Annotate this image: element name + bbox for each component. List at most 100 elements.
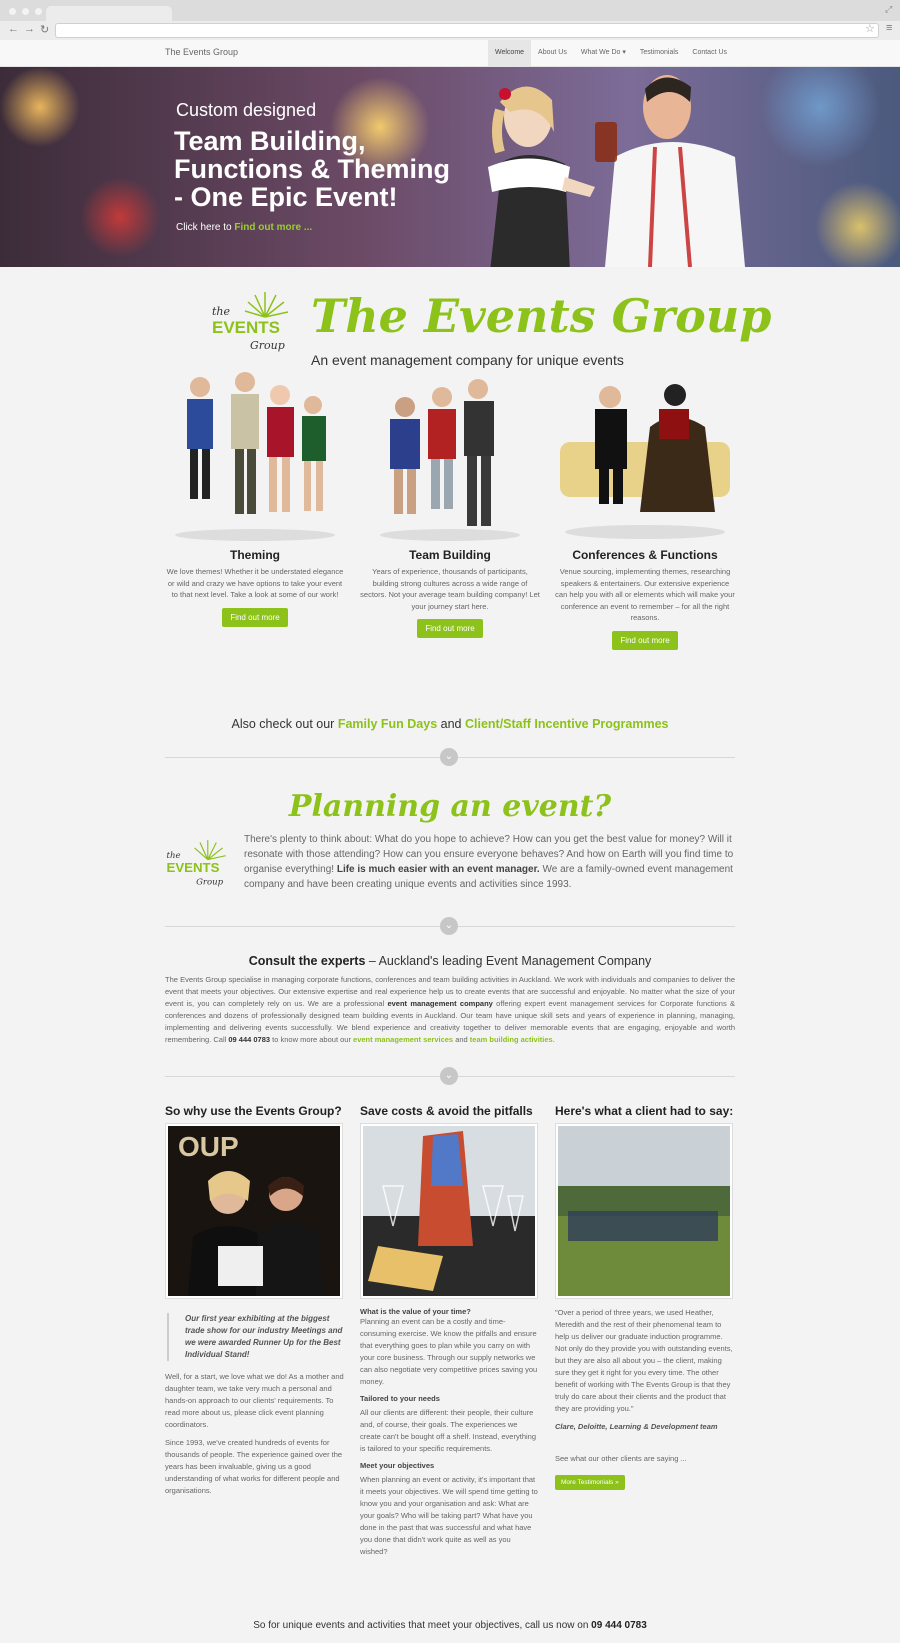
team-building-image <box>360 367 540 542</box>
save-text-2: All our clients are different: their peo… <box>360 1408 536 1453</box>
hero-cta-link[interactable]: Find out more ... <box>234 222 312 233</box>
events-group-logo: the EVENTS Group <box>212 292 289 352</box>
fullscreen-icon[interactable]: ⤢ <box>885 4 892 15</box>
why-heading: So why use the Events Group? <box>165 1104 342 1118</box>
section-divider: ⌄ <box>0 910 900 944</box>
also-check-out: Also check out our Family Fun Days and C… <box>0 717 900 741</box>
more-testimonials-button[interactable]: More Testimonials » <box>555 1475 625 1490</box>
chevron-down-icon[interactable]: ⌄ <box>440 1067 458 1085</box>
nav-contact-us[interactable]: Contact Us <box>685 40 734 66</box>
nav-welcome[interactable]: Welcome <box>488 40 532 66</box>
planning-section: the EVENTS Group There's plenty to think… <box>0 832 900 910</box>
svg-text:EVENTS: EVENTS <box>212 318 280 337</box>
site-brand[interactable]: The Events Group <box>165 47 238 57</box>
footer-phone[interactable]: 09 444 0783 <box>591 1620 647 1631</box>
section-divider: ⌄ <box>0 741 900 775</box>
team-building-find-out-more-button[interactable]: Find out more <box>417 619 483 638</box>
save-subheading-1: What is the value of your time? <box>360 1307 471 1316</box>
conferences-image <box>555 367 735 542</box>
why-column: So why use the Events Group? OUP Our fir… <box>165 1104 345 1503</box>
nav-about-us[interactable]: About Us <box>531 40 574 66</box>
caret-down-icon: ▾ <box>622 49 626 56</box>
svg-text:OUP: OUP <box>178 1131 239 1162</box>
star-icon[interactable]: ☆ <box>865 22 875 35</box>
chevron-down-icon[interactable]: ⌄ <box>440 917 458 935</box>
hero-subtitle: Custom designed <box>176 100 317 120</box>
consult-end: . <box>552 1035 555 1044</box>
address-bar[interactable] <box>55 23 879 38</box>
footer-callout: So for unique events and activities that… <box>0 1620 900 1631</box>
browser-chrome: ⤢ ← → ↻ ☆ ≡ <box>0 0 900 40</box>
hero-banner: Custom designed Team Building, Functions… <box>0 67 900 267</box>
hamburger-icon[interactable]: ≡ <box>886 22 892 34</box>
hero-title: Team Building, Functions & Theming - One… <box>174 126 450 212</box>
nav-links: Welcome About Us What We Do ▾ Testimonia… <box>488 40 734 66</box>
why-text-1: Well, for a start, we love what we do! A… <box>165 1372 344 1429</box>
site-navbar: The Events Group Welcome About Us What W… <box>0 40 900 67</box>
footer-text: So for unique events and activities that… <box>253 1620 592 1631</box>
conferences-find-out-more-button[interactable]: Find out more <box>612 630 678 650</box>
consult-heading: Consult the experts – Auckland's leading… <box>0 954 900 968</box>
also-text: Also check out our <box>231 717 338 731</box>
planning-bold: Life is much easier with an event manage… <box>336 864 540 875</box>
also-and: and <box>437 717 465 731</box>
save-text-3: When planning an event or activity, it's… <box>360 1475 538 1556</box>
back-icon[interactable]: ← <box>8 23 19 35</box>
chevron-down-icon[interactable]: ⌄ <box>440 748 458 766</box>
nav-testimonials[interactable]: Testimonials <box>633 40 686 66</box>
hero-cta-text: Click here to <box>176 222 235 233</box>
team-building-activities-link[interactable]: team building activities <box>470 1035 553 1044</box>
svg-text:Group: Group <box>250 339 285 352</box>
service-description: We love themes! Whether it be understate… <box>166 567 344 599</box>
svg-text:EVENTS: EVENTS <box>167 860 220 875</box>
consult-heading-bold: Consult the experts <box>248 954 366 968</box>
client-heading: Here's what a client had to say: <box>555 1104 734 1118</box>
theming-find-out-more-button[interactable]: Find out more <box>222 607 288 627</box>
forward-icon[interactable]: → <box>24 23 35 35</box>
window-controls[interactable] <box>9 8 42 15</box>
hero-woman-image <box>488 86 595 267</box>
service-team-building: Team Building Years of experience, thous… <box>360 367 540 638</box>
services-section: Theming We love themes! Whether it be un… <box>0 367 900 717</box>
nav-what-we-do-label: What We Do <box>580 49 621 56</box>
consult-phone[interactable]: 09 444 0783 <box>228 1035 270 1044</box>
consult-p3: to know more about our <box>270 1035 354 1044</box>
award-photo: OUP <box>165 1123 343 1299</box>
save-subheading-2: Tailored to your needs <box>360 1394 440 1403</box>
award-quote: Our first year exhibiting at the biggest… <box>167 1313 345 1361</box>
client-more-text: See what our other clients are saying ..… <box>555 1454 687 1463</box>
table-setting-photo <box>360 1123 538 1299</box>
planning-text: There's plenty to think about: What do y… <box>244 832 736 892</box>
consult-and: and <box>453 1035 470 1044</box>
family-fun-days-link[interactable]: Family Fun Days <box>338 717 437 731</box>
browser-tab[interactable] <box>46 6 172 21</box>
section-divider: ⌄ <box>0 1060 900 1094</box>
service-title: Conferences & Functions <box>572 548 718 562</box>
service-conferences: Conferences & Functions Venue sourcing, … <box>555 367 735 650</box>
event-management-services-link[interactable]: event management services <box>353 1035 453 1044</box>
service-title: Team Building <box>409 548 491 562</box>
nav-what-we-do[interactable]: What We Do ▾ <box>574 40 633 66</box>
save-heading: Save costs & avoid the pitfalls <box>360 1104 533 1118</box>
svg-text:the: the <box>212 305 231 318</box>
consult-heading-rest: – Auckland's leading Event Management Co… <box>365 954 652 968</box>
incentive-programmes-link[interactable]: Client/Staff Incentive Programmes <box>465 717 669 731</box>
bottom-columns: So why use the Events Group? OUP Our fir… <box>0 1094 900 1584</box>
client-quote: "Over a period of three years, we used H… <box>555 1308 733 1413</box>
group-photo <box>555 1123 733 1299</box>
service-theming: Theming We love themes! Whether it be un… <box>165 367 345 627</box>
service-description: Years of experience, thousands of partic… <box>360 567 540 611</box>
planning-heading: Planning an event? <box>288 789 612 824</box>
save-column: Save costs & avoid the pitfalls What is … <box>360 1104 540 1564</box>
service-description: Venue sourcing, implementing themes, res… <box>555 567 735 622</box>
client-column: Here's what a client had to say: "Over a… <box>555 1104 735 1490</box>
hero-man-image <box>595 75 745 267</box>
intro-section: the EVENTS Group The Events Group An eve… <box>0 267 900 368</box>
company-name-heading: The Events Group <box>311 289 772 343</box>
svg-text:Group: Group <box>196 878 224 888</box>
hero-cta: Click here to Find out more ... <box>176 222 312 233</box>
events-group-small-logo: the EVENTS Group <box>167 840 226 888</box>
consult-text: The Events Group specialise in managing … <box>165 974 735 1046</box>
reload-icon[interactable]: ↻ <box>40 23 49 36</box>
why-text-2: Since 1993, we've created hundreds of ev… <box>165 1438 343 1495</box>
